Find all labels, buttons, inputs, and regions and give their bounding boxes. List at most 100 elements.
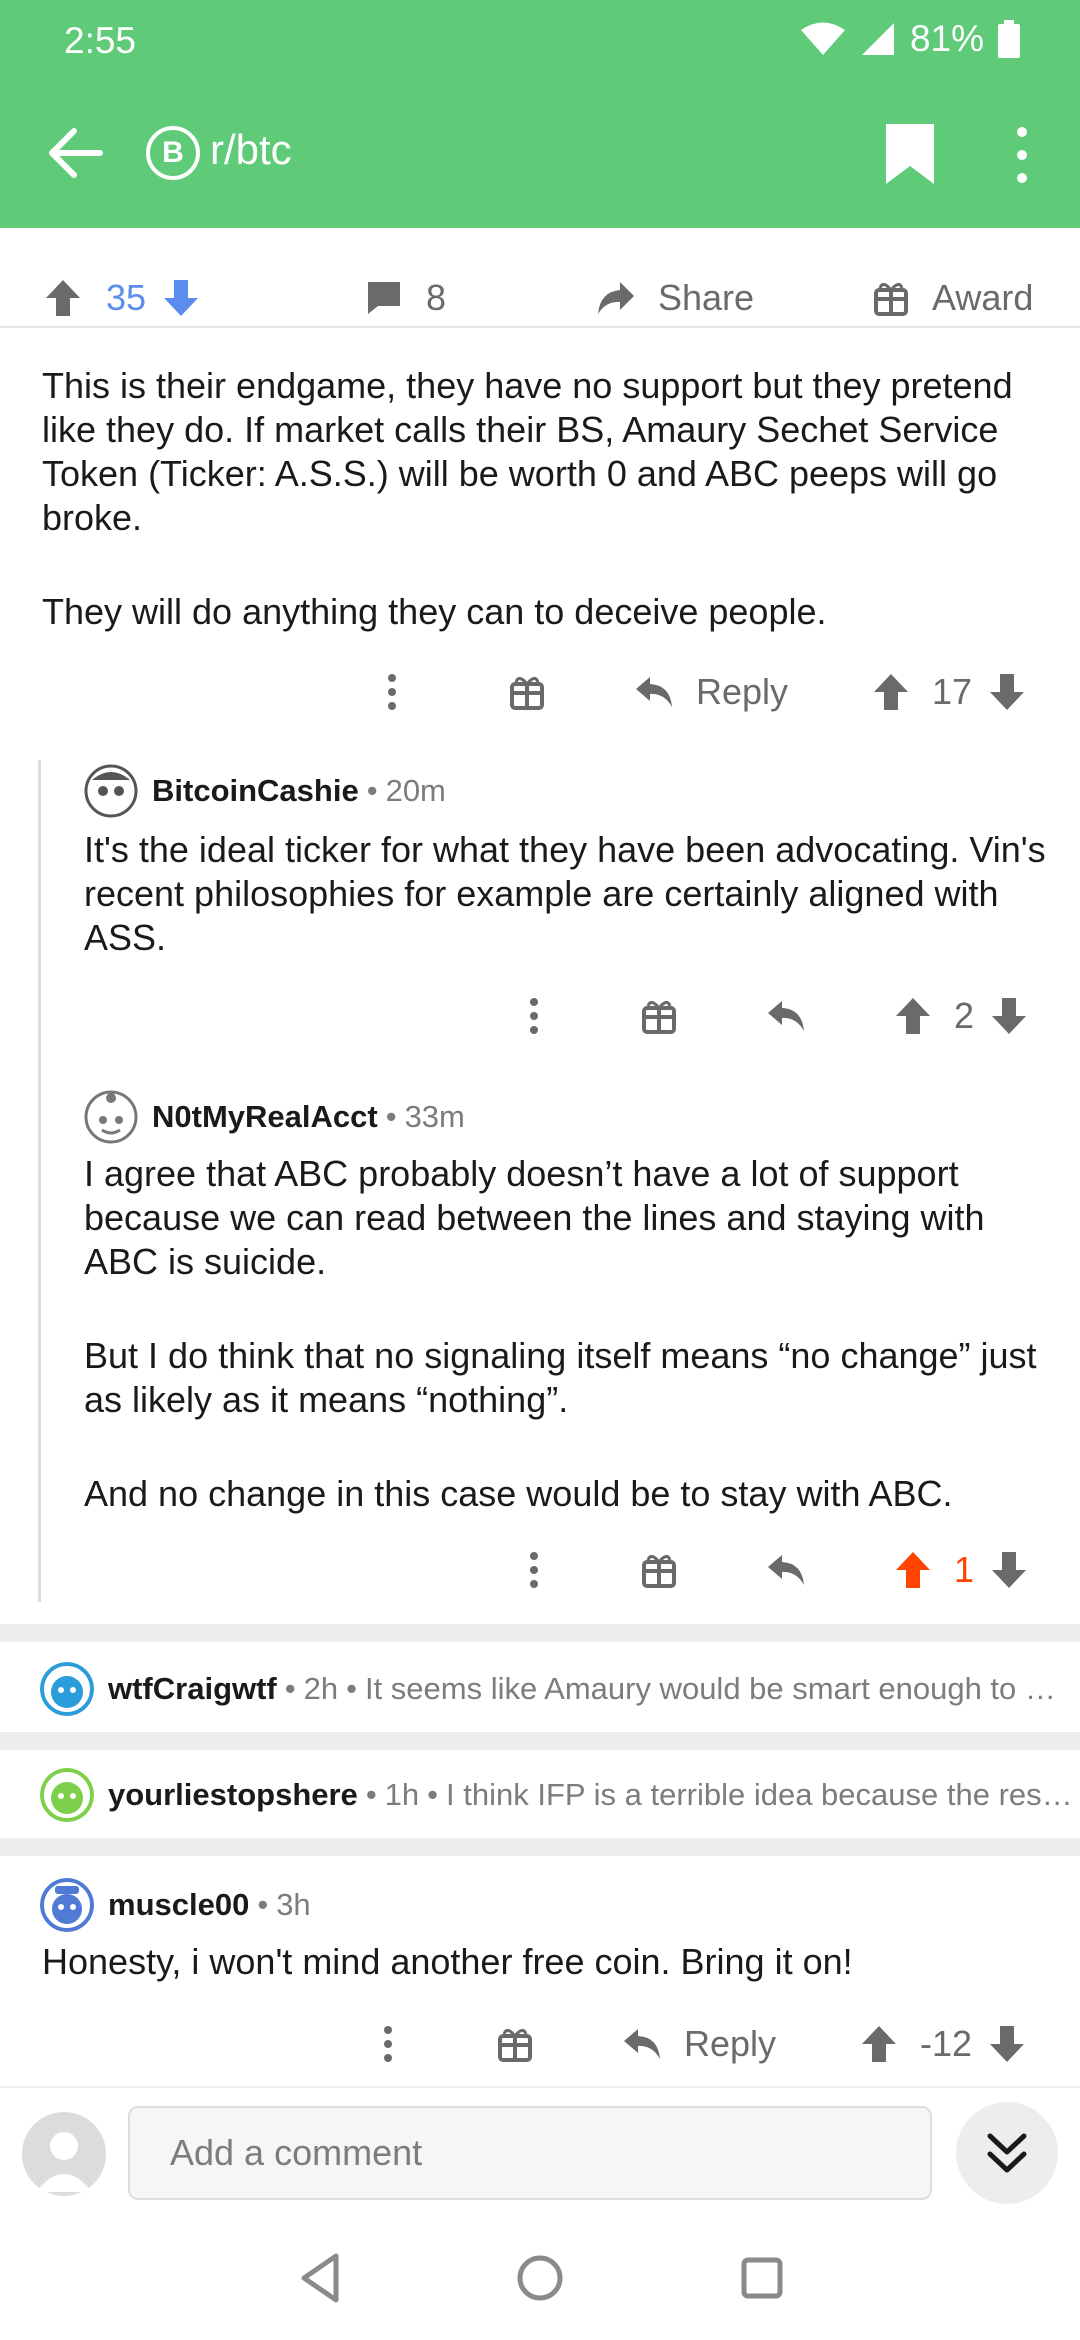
comment-reply-button[interactable]: [766, 1540, 806, 1600]
upvote-icon[interactable]: [860, 2024, 898, 2064]
reply-icon: [624, 2029, 660, 2059]
comment-header: N0tMyRealAcct • 33m: [84, 1090, 465, 1144]
back-arrow-icon[interactable]: [40, 118, 110, 188]
nav-back-icon[interactable]: [290, 2248, 350, 2308]
collapsed-comment[interactable]: wtfCraigwtf • 2h • It seems like Amaury …: [0, 1646, 1080, 1732]
comment-paragraph: I agree that ABC probably doesn’t have a…: [84, 1153, 985, 1282]
comment-paragraph: And no change in this case would be to s…: [84, 1473, 953, 1514]
comment-snippet: I think IFP is a terrible idea because t…: [446, 1777, 1080, 1812]
comment-more-button[interactable]: [526, 1540, 542, 1600]
gift-icon: [874, 283, 908, 316]
comment-action-row: 2: [0, 986, 1080, 1046]
comment-vote-group: 2: [894, 986, 1028, 1046]
subreddit-toolbar: B r/btc: [0, 100, 1080, 210]
nav-recents-icon[interactable]: [732, 2248, 792, 2308]
expand-all-button[interactable]: [956, 2102, 1058, 2204]
post-action-bar: 35 8 Share Award: [0, 268, 1080, 328]
subreddit-name[interactable]: r/btc: [210, 126, 292, 174]
comment-award-button[interactable]: [498, 2014, 532, 2074]
award-label: Award: [932, 277, 1034, 318]
comments-count-button[interactable]: 8: [366, 268, 446, 328]
upvote-icon[interactable]: [894, 996, 932, 1036]
collapsed-comment[interactable]: yourliestopshere • 1h • I think IFP is a…: [0, 1752, 1080, 1838]
award-button[interactable]: Award: [874, 268, 1033, 328]
downvote-icon[interactable]: [988, 672, 1026, 712]
battery-percent: 81%: [909, 18, 984, 59]
comment-score: 2: [954, 995, 975, 1036]
gift-icon: [498, 2029, 532, 2062]
subreddit-icon: B: [146, 126, 200, 180]
comment-reply-button[interactable]: [766, 986, 806, 1046]
thread-line: [38, 760, 41, 1602]
status-time: 2:55: [64, 20, 137, 61]
upvote-icon-active[interactable]: [894, 1550, 932, 1590]
comment-score: -12: [920, 2023, 973, 2064]
double-chevron-down-icon: [987, 2133, 1027, 2173]
divider: [0, 1624, 1080, 1642]
comment-award-button[interactable]: [642, 1540, 676, 1600]
comments-count: 8: [426, 277, 447, 318]
comment-username[interactable]: wtfCraigwtf: [108, 1671, 277, 1707]
comment-username[interactable]: N0tMyRealAcct: [152, 1099, 378, 1135]
comment-header: BitcoinCashie • 20m: [84, 764, 446, 818]
comment-more-button[interactable]: [526, 986, 542, 1046]
upvote-icon[interactable]: [872, 672, 910, 712]
comment-age: 3h: [276, 1887, 311, 1922]
signal-icon: [861, 23, 894, 55]
downvote-icon[interactable]: [162, 278, 200, 318]
comment-action-row: Reply -12: [0, 2014, 1080, 2074]
bookmark-icon[interactable]: [882, 122, 938, 186]
add-comment-input[interactable]: Add a comment: [128, 2106, 932, 2200]
comment-award-button[interactable]: [510, 662, 544, 722]
post-vote-group: 35: [44, 268, 200, 328]
comment-age: 2h: [303, 1671, 339, 1706]
upvote-icon[interactable]: [44, 278, 82, 318]
share-button[interactable]: Share: [596, 268, 754, 328]
comment-username[interactable]: yourliestopshere: [108, 1777, 358, 1813]
downvote-icon[interactable]: [990, 1550, 1028, 1590]
more-options-icon[interactable]: [1000, 122, 1044, 188]
comment-username[interactable]: muscle00: [108, 1887, 249, 1923]
more-vertical-icon: [530, 998, 538, 1034]
post-score: 35: [106, 277, 147, 318]
comment-vote-group: 1: [894, 1540, 1028, 1600]
user-avatar[interactable]: [84, 764, 138, 818]
comment-score: 1: [954, 1549, 975, 1590]
comment-body: Honesty, i won't mind another free coin.…: [42, 1940, 1052, 1984]
comment-reply-button[interactable]: Reply: [634, 662, 788, 722]
share-icon: [598, 282, 634, 314]
divider: [0, 1838, 1080, 1856]
comment-more-button[interactable]: [384, 662, 400, 722]
status-bar: 2:55 81%: [0, 0, 1080, 80]
comment-body: I agree that ABC probably doesn’t have a…: [84, 1152, 1052, 1516]
user-avatar[interactable]: [84, 1090, 138, 1144]
comment-paragraph: Honesty, i won't mind another free coin.…: [42, 1941, 853, 1982]
battery-icon: [998, 20, 1020, 58]
comment-more-button[interactable]: [380, 2014, 396, 2074]
comment-icon: [368, 282, 400, 314]
comment-age: 33m: [404, 1099, 465, 1134]
comment-composer: Add a comment: [0, 2086, 1080, 2216]
system-nav-bar: [0, 2216, 1080, 2340]
my-avatar[interactable]: [22, 2112, 106, 2196]
user-silhouette-icon: [36, 2132, 92, 2192]
user-avatar[interactable]: [40, 1878, 94, 1932]
comment-body: This is their endgame, they have no supp…: [42, 364, 1052, 634]
share-label: Share: [658, 277, 755, 318]
comment-paragraph: This is their endgame, they have no supp…: [42, 365, 1013, 538]
downvote-icon[interactable]: [990, 996, 1028, 1036]
comment-reply-button[interactable]: Reply: [622, 2014, 776, 2074]
comment-action-row: 1: [0, 1540, 1080, 1600]
more-vertical-icon: [384, 2026, 392, 2062]
more-vertical-icon: [530, 1552, 538, 1588]
comment-body: It's the ideal ticker for what they have…: [84, 828, 1052, 960]
comment-username[interactable]: BitcoinCashie: [152, 773, 359, 809]
downvote-icon[interactable]: [988, 2024, 1026, 2064]
nav-home-icon[interactable]: [510, 2248, 570, 2308]
comment-paragraph: They will do anything they can to deceiv…: [42, 591, 827, 632]
comment-score: 17: [932, 671, 973, 712]
user-avatar: [40, 1768, 94, 1822]
comment-vote-group: 17: [872, 662, 1026, 722]
comment-age: 20m: [385, 773, 446, 808]
comment-award-button[interactable]: [642, 986, 676, 1046]
